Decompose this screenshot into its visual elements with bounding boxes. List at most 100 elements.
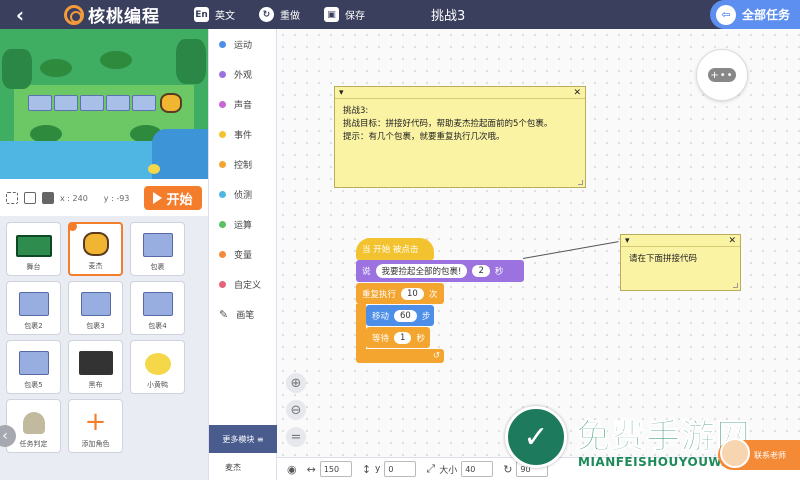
sprite-card[interactable]: 舞台 xyxy=(6,222,61,276)
equals-icon: = xyxy=(290,429,302,445)
category-label: 控制 xyxy=(234,160,253,171)
zoom-out-button[interactable]: ⊖ xyxy=(286,400,306,420)
sprite-card[interactable]: 包裹2 xyxy=(6,281,61,335)
move-unit: 步 xyxy=(421,311,431,322)
sprite-card[interactable]: 麦杰 xyxy=(68,222,123,276)
package-sprite xyxy=(28,95,52,111)
sprite-card[interactable]: + 添加角色 xyxy=(68,399,123,453)
repeat-unit: 次 xyxy=(428,289,438,300)
chevron-left-icon: ‹ xyxy=(15,2,25,27)
back-button[interactable]: ‹ xyxy=(0,0,40,29)
category-item[interactable]: 控制 xyxy=(209,149,276,179)
category-item[interactable]: 声音 xyxy=(209,89,276,119)
game-stage[interactable] xyxy=(0,29,208,179)
watermark-logo: ✓ xyxy=(505,406,567,468)
sprite-label: 麦杰 xyxy=(88,262,103,270)
category-item[interactable]: 运动 xyxy=(209,29,276,59)
block-categories: 运动 外观 声音 事件 控制 侦测 运算 变量 自定义 ✎ 画笔 更多模块 ≡ 麦杰 xyxy=(208,29,277,480)
hint-text: 请在下面拼接代码 xyxy=(629,254,698,264)
fullscreen-icon[interactable] xyxy=(6,192,18,204)
category-item[interactable]: 运算 xyxy=(209,209,276,239)
sprite-card[interactable]: 任务判定 xyxy=(6,399,61,453)
redo-button[interactable]: ↻ 重做 xyxy=(259,7,300,22)
sprite-card[interactable]: 黑布 xyxy=(68,340,123,394)
wait-label: 等待 xyxy=(372,333,390,344)
sprite-card[interactable]: 包裹3 xyxy=(68,281,123,335)
settings-badge-icon[interactable] xyxy=(68,222,77,231)
move-block[interactable]: 移动 60 步 xyxy=(366,305,434,326)
sprite-thumbnail xyxy=(142,233,173,257)
category-item[interactable]: ✎ 画笔 xyxy=(209,299,276,329)
category-label: 外观 xyxy=(234,70,253,81)
code-workspace[interactable]: ▾ ✕ 挑战3: 挑战目标：拼接好代码，帮助麦杰捡起面前的5个包裹。 提示：有几… xyxy=(277,29,800,457)
wait-seconds-input[interactable]: 1 xyxy=(394,331,412,344)
repeat-block-end: ↺ xyxy=(356,349,444,363)
sprite-card[interactable]: 包裹 xyxy=(130,222,185,276)
eye-icon[interactable]: ◉ xyxy=(287,463,297,476)
repeat-count-input[interactable]: 10 xyxy=(401,287,424,300)
horizontal-arrows-icon: ↔ xyxy=(306,462,316,476)
wait-unit: 秒 xyxy=(416,333,425,344)
category-item[interactable]: 自定义 xyxy=(209,269,276,299)
sprite-card[interactable]: 小黄鸭 xyxy=(130,340,185,394)
category-item[interactable]: 事件 xyxy=(209,119,276,149)
challenge-note[interactable]: ▾ ✕ 挑战3: 挑战目标：拼接好代码，帮助麦杰捡起面前的5个包裹。 提示：有几… xyxy=(334,86,586,188)
more-modules-button[interactable]: 更多模块 ≡ xyxy=(209,425,277,453)
resize-diagonal-icon: ⤢ xyxy=(426,462,436,475)
sprite-label: 舞台 xyxy=(26,263,41,271)
plant xyxy=(100,51,132,69)
say-seconds-input[interactable]: 2 xyxy=(472,265,490,277)
plant xyxy=(40,59,72,77)
say-block[interactable]: 说 我要捡起全部的包裹! 2 秒 xyxy=(356,260,524,282)
size-input[interactable]: 40 xyxy=(461,461,494,477)
close-icon[interactable]: ✕ xyxy=(573,88,581,98)
size-label: 大小 xyxy=(439,465,458,476)
large-stage-icon[interactable] xyxy=(42,192,54,204)
start-button[interactable]: 开始 xyxy=(144,186,202,210)
save-button[interactable]: ▣ 保存 xyxy=(324,7,365,22)
bush xyxy=(176,39,206,84)
resize-handle[interactable] xyxy=(578,180,583,185)
note-line: 提示：有几个包裹，就要重复执行几次哦。 xyxy=(343,132,505,142)
category-item[interactable]: 外观 xyxy=(209,59,276,89)
zoom-in-button[interactable]: ⊕ xyxy=(286,373,306,393)
close-icon[interactable]: ✕ xyxy=(728,236,736,246)
small-stage-icon[interactable] xyxy=(24,192,36,204)
category-dot-icon xyxy=(219,190,226,198)
repeat-block[interactable]: 重复执行 10 次 xyxy=(356,283,444,304)
sprite-thumbnail xyxy=(78,351,113,375)
loop-arrow-icon: ↺ xyxy=(432,351,440,361)
all-tasks-button[interactable]: ⇦ 全部任务 xyxy=(710,0,800,29)
move-steps-input[interactable]: 60 xyxy=(394,309,417,322)
gamepad-button[interactable]: +•• xyxy=(696,49,748,101)
x-position-input[interactable]: 150 xyxy=(319,461,352,477)
category-item[interactable]: 变量 xyxy=(209,239,276,269)
brand-logo: 核桃编程 xyxy=(64,2,160,27)
collapse-icon[interactable]: ▾ xyxy=(339,88,344,98)
rotate-icon: ↻ xyxy=(503,462,513,476)
category-item[interactable]: 侦测 xyxy=(209,179,276,209)
sprite-label: 添加角色 xyxy=(81,440,110,448)
water xyxy=(152,129,208,179)
sprite-thumbnail xyxy=(15,235,52,257)
category-label: 运动 xyxy=(234,40,253,51)
zoom-reset-button[interactable]: = xyxy=(286,427,306,447)
repeat-block-arm xyxy=(356,304,366,351)
category-dot-icon xyxy=(219,160,226,168)
sprite-thumbnail xyxy=(80,292,111,316)
wait-block[interactable]: 等待 1 秒 xyxy=(366,327,430,348)
top-bar: ‹ 核桃编程 En 英文 ↻ 重做 ▣ 保存 挑战3 ⇦ 全部任务 xyxy=(0,0,800,29)
sprite-panel: 舞台 麦杰 包裹包裹2 包裹3 包裹4 包裹5 黑布 小黄鸭任务判定 + 添加角色 xyxy=(0,216,208,480)
say-text-input[interactable]: 我要捡起全部的包裹! xyxy=(375,264,468,278)
collapse-icon[interactable]: ▾ xyxy=(625,236,630,246)
y-position-input[interactable]: 0 xyxy=(384,461,417,477)
resize-handle[interactable] xyxy=(733,283,738,288)
sprite-card[interactable]: 包裹4 xyxy=(130,281,185,335)
when-start-clicked-block[interactable]: 当 开始 被点击 xyxy=(356,238,434,260)
english-button[interactable]: En 英文 xyxy=(194,7,235,22)
duck-sprite xyxy=(148,164,160,174)
sprite-label: 包裹5 xyxy=(24,381,43,389)
sprite-card[interactable]: 包裹5 xyxy=(6,340,61,394)
hint-note[interactable]: ▾ ✕ 请在下面拼接代码 xyxy=(620,234,741,291)
sprite-label: 包裹2 xyxy=(24,322,43,330)
